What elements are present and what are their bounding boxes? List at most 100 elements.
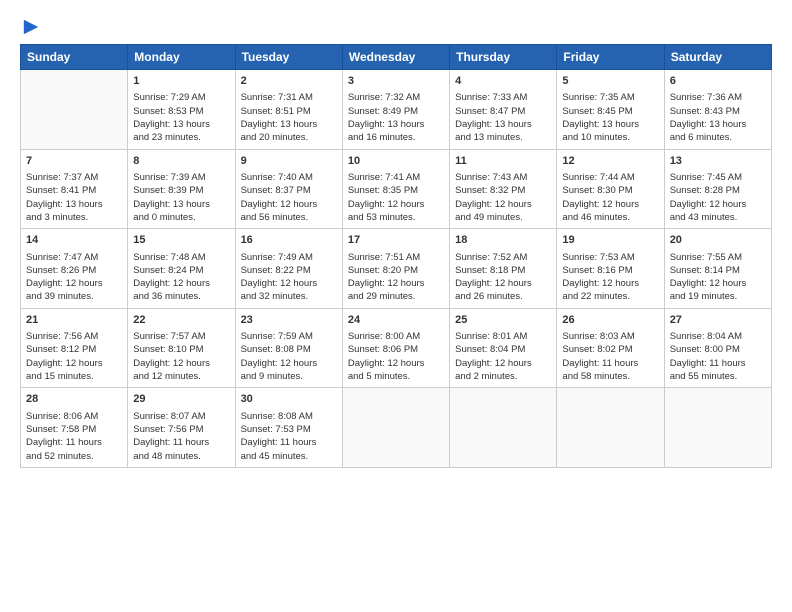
calendar-cell [664,388,771,468]
cell-line: Sunrise: 7:51 AM [348,251,444,264]
cell-line: Sunset: 8:45 PM [562,105,658,118]
day-number: 11 [455,154,551,169]
calendar-cell: 21Sunrise: 7:56 AMSunset: 8:12 PMDayligh… [21,308,128,388]
cell-line: Sunset: 8:43 PM [670,105,766,118]
cell-line: Daylight: 12 hours [241,277,337,290]
cell-line: Sunrise: 7:57 AM [133,330,229,343]
cell-line: Sunset: 8:04 PM [455,343,551,356]
calendar-cell: 29Sunrise: 8:07 AMSunset: 7:56 PMDayligh… [128,388,235,468]
cell-line: and 26 minutes. [455,290,551,303]
calendar-cell: 23Sunrise: 7:59 AMSunset: 8:08 PMDayligh… [235,308,342,388]
cell-line: and 20 minutes. [241,131,337,144]
calendar-table: Sunday Monday Tuesday Wednesday Thursday… [20,44,772,468]
calendar-cell: 6Sunrise: 7:36 AMSunset: 8:43 PMDaylight… [664,70,771,150]
calendar-cell: 19Sunrise: 7:53 AMSunset: 8:16 PMDayligh… [557,229,664,309]
cell-line: and 9 minutes. [241,370,337,383]
cell-line: Daylight: 12 hours [562,198,658,211]
cell-line: Sunrise: 7:59 AM [241,330,337,343]
calendar-cell: 24Sunrise: 8:00 AMSunset: 8:06 PMDayligh… [342,308,449,388]
cell-line: and 32 minutes. [241,290,337,303]
cell-line: Daylight: 12 hours [133,357,229,370]
calendar-cell: 7Sunrise: 7:37 AMSunset: 8:41 PMDaylight… [21,149,128,229]
calendar-cell: 26Sunrise: 8:03 AMSunset: 8:02 PMDayligh… [557,308,664,388]
calendar-cell: 20Sunrise: 7:55 AMSunset: 8:14 PMDayligh… [664,229,771,309]
cell-line: Sunset: 8:08 PM [241,343,337,356]
col-friday: Friday [557,45,664,70]
calendar-cell: 27Sunrise: 8:04 AMSunset: 8:00 PMDayligh… [664,308,771,388]
cell-line: and 22 minutes. [562,290,658,303]
calendar-cell: 22Sunrise: 7:57 AMSunset: 8:10 PMDayligh… [128,308,235,388]
calendar-week-row: 28Sunrise: 8:06 AMSunset: 7:58 PMDayligh… [21,388,772,468]
cell-line: Sunrise: 8:04 AM [670,330,766,343]
cell-line: Sunset: 8:37 PM [241,184,337,197]
cell-line: and 19 minutes. [670,290,766,303]
cell-line: Sunset: 8:47 PM [455,105,551,118]
calendar-cell: 1Sunrise: 7:29 AMSunset: 8:53 PMDaylight… [128,70,235,150]
day-number: 9 [241,154,337,169]
cell-line: Sunrise: 8:06 AM [26,410,122,423]
cell-line: Daylight: 12 hours [348,198,444,211]
day-number: 25 [455,313,551,328]
cell-line: Daylight: 12 hours [348,357,444,370]
cell-line: Daylight: 12 hours [455,277,551,290]
calendar-week-row: 21Sunrise: 7:56 AMSunset: 8:12 PMDayligh… [21,308,772,388]
calendar-cell: 9Sunrise: 7:40 AMSunset: 8:37 PMDaylight… [235,149,342,229]
cell-line: and 43 minutes. [670,211,766,224]
calendar-cell: 18Sunrise: 7:52 AMSunset: 8:18 PMDayligh… [450,229,557,309]
day-number: 15 [133,233,229,248]
day-number: 4 [455,74,551,89]
cell-line: and 29 minutes. [348,290,444,303]
cell-line: Daylight: 13 hours [562,118,658,131]
calendar-cell [342,388,449,468]
day-number: 16 [241,233,337,248]
cell-line: Sunrise: 7:35 AM [562,91,658,104]
cell-line: and 16 minutes. [348,131,444,144]
cell-line: Sunset: 8:39 PM [133,184,229,197]
calendar-week-row: 1Sunrise: 7:29 AMSunset: 8:53 PMDaylight… [21,70,772,150]
cell-line: Sunrise: 7:41 AM [348,171,444,184]
cell-line: Sunrise: 7:37 AM [26,171,122,184]
calendar-cell: 30Sunrise: 8:08 AMSunset: 7:53 PMDayligh… [235,388,342,468]
cell-line: and 15 minutes. [26,370,122,383]
cell-line: Sunrise: 7:33 AM [455,91,551,104]
day-number: 19 [562,233,658,248]
cell-line: Sunrise: 7:49 AM [241,251,337,264]
cell-line: Daylight: 12 hours [26,357,122,370]
cell-line: Sunset: 8:30 PM [562,184,658,197]
day-number: 26 [562,313,658,328]
cell-line: Daylight: 12 hours [455,198,551,211]
logo [20,18,40,36]
cell-line: and 52 minutes. [26,450,122,463]
day-number: 23 [241,313,337,328]
cell-line: Sunset: 8:41 PM [26,184,122,197]
cell-line: Sunrise: 7:47 AM [26,251,122,264]
day-number: 13 [670,154,766,169]
cell-line: Daylight: 13 hours [455,118,551,131]
day-number: 2 [241,74,337,89]
cell-line: Daylight: 13 hours [348,118,444,131]
cell-line: and 55 minutes. [670,370,766,383]
day-number: 28 [26,392,122,407]
calendar-cell: 12Sunrise: 7:44 AMSunset: 8:30 PMDayligh… [557,149,664,229]
day-number: 12 [562,154,658,169]
calendar-cell: 16Sunrise: 7:49 AMSunset: 8:22 PMDayligh… [235,229,342,309]
calendar-week-row: 14Sunrise: 7:47 AMSunset: 8:26 PMDayligh… [21,229,772,309]
cell-line: Sunset: 8:00 PM [670,343,766,356]
cell-line: Sunrise: 8:08 AM [241,410,337,423]
cell-line: and 58 minutes. [562,370,658,383]
col-thursday: Thursday [450,45,557,70]
cell-line: Sunrise: 7:43 AM [455,171,551,184]
cell-line: Sunset: 8:26 PM [26,264,122,277]
logo-flag-icon [22,18,40,36]
cell-line: and 48 minutes. [133,450,229,463]
cell-line: Daylight: 12 hours [348,277,444,290]
cell-line: Daylight: 11 hours [26,436,122,449]
cell-line: Sunrise: 7:36 AM [670,91,766,104]
col-sunday: Sunday [21,45,128,70]
cell-line: Sunrise: 7:40 AM [241,171,337,184]
cell-line: Sunrise: 7:31 AM [241,91,337,104]
calendar-cell: 15Sunrise: 7:48 AMSunset: 8:24 PMDayligh… [128,229,235,309]
calendar-header-row: Sunday Monday Tuesday Wednesday Thursday… [21,45,772,70]
cell-line: and 45 minutes. [241,450,337,463]
calendar-cell: 11Sunrise: 7:43 AMSunset: 8:32 PMDayligh… [450,149,557,229]
